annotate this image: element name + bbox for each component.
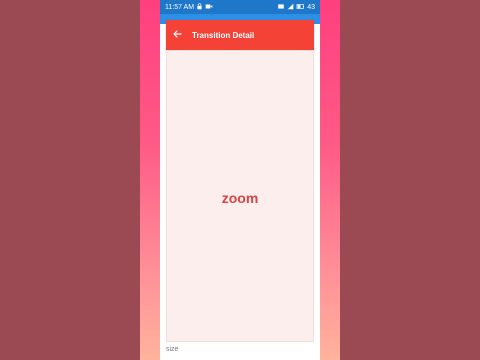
app-bar: Transition Detail: [166, 20, 314, 50]
battery-icon: [296, 3, 305, 12]
transition-label: zoom: [221, 190, 259, 206]
background-right: [340, 0, 480, 360]
status-right: 43: [277, 3, 315, 12]
next-transition-label: size: [166, 346, 179, 353]
lock-icon: [196, 2, 203, 12]
page-title: Transition Detail: [192, 30, 255, 40]
status-time: 11:57 AM: [165, 3, 195, 11]
status-bar: 11:57 AM 43: [160, 0, 320, 14]
battery-level: 43: [307, 3, 315, 11]
preview-card: zoom: [166, 50, 314, 342]
signal-icon: [287, 3, 294, 12]
arrow-left-icon[interactable]: [166, 29, 188, 42]
status-left: 11:57 AM: [165, 2, 213, 12]
background-left: [0, 0, 140, 360]
video-icon: [205, 3, 213, 12]
sim-icon: [277, 3, 285, 12]
